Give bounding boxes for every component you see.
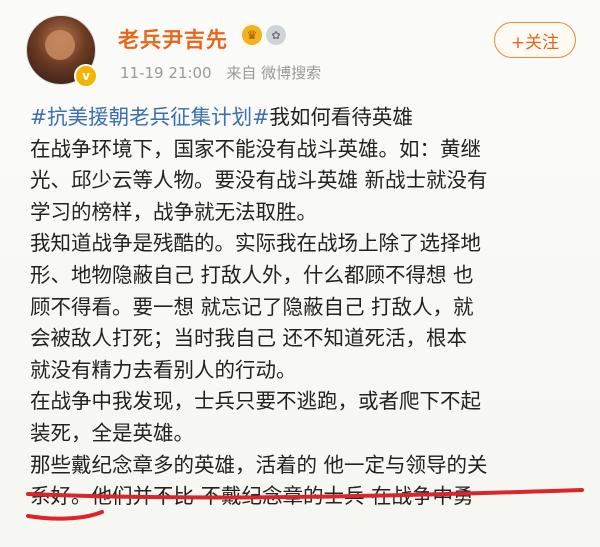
post-title-line: #抗美援朝老兵征集计划#我如何看待英雄 — [30, 102, 590, 134]
post-line: 在战争环境下，国家不能没有战斗英雄。如：黄继 — [30, 136, 481, 161]
post-topic: 我如何看待英雄 — [269, 105, 413, 129]
timestamp: 11-19 21:00 — [120, 64, 212, 82]
hashtag-link[interactable]: #抗美援朝老兵征集计划 — [30, 105, 252, 129]
post-body: #抗美援朝老兵征集计划#我如何看待英雄 在战争环境下，国家不能没有战斗英雄。如：… — [30, 102, 590, 513]
post-line: 会被敌人打死；当时我自己 还不知道死活，根本 — [30, 326, 468, 351]
follow-button[interactable]: +关注 — [494, 22, 576, 58]
crown-icon: ♛ — [242, 25, 262, 45]
post-line: 就没有精力去看别人的行动。 — [30, 357, 297, 382]
weibo-post: v 老兵尹吉先 ♛ ✿ 11-19 21:00 来自 微博搜索 +关注 #抗美援… — [0, 0, 600, 547]
post-meta: 11-19 21:00 来自 微博搜索 — [120, 62, 331, 83]
medal-icon: ✿ — [266, 25, 286, 45]
post-line: 光、邱少云等人物。要没有战斗英雄 新战士就没有 — [30, 168, 488, 193]
post-line: 我知道战争是残酷的。实际我在战场上除了选择地 — [30, 231, 481, 256]
post-line: 装死，全是英雄。 — [30, 420, 194, 445]
username[interactable]: 老兵尹吉先 — [118, 24, 228, 54]
hashtag-link[interactable]: # — [252, 105, 269, 129]
post-line: 在战争中我发现，士兵只要不逃跑，或者爬下不起 — [30, 389, 481, 414]
post-line: 学习的榜样，战争就无法取胜。 — [30, 199, 317, 224]
verified-icon: v — [74, 64, 98, 88]
red-underline-mark — [26, 488, 584, 521]
post-line: 那些戴纪念章多的英雄，活着的 他一定与领导的关 — [30, 452, 488, 477]
post-line: 顾不得看。要一想 就忘记了隐蔽自己 打敌人，就 — [30, 294, 474, 319]
source-label: 来自 微博搜索 — [226, 64, 322, 82]
post-line: 形、地物隐蔽自己 打敌人外，什么都顾不得想 也 — [30, 262, 474, 287]
